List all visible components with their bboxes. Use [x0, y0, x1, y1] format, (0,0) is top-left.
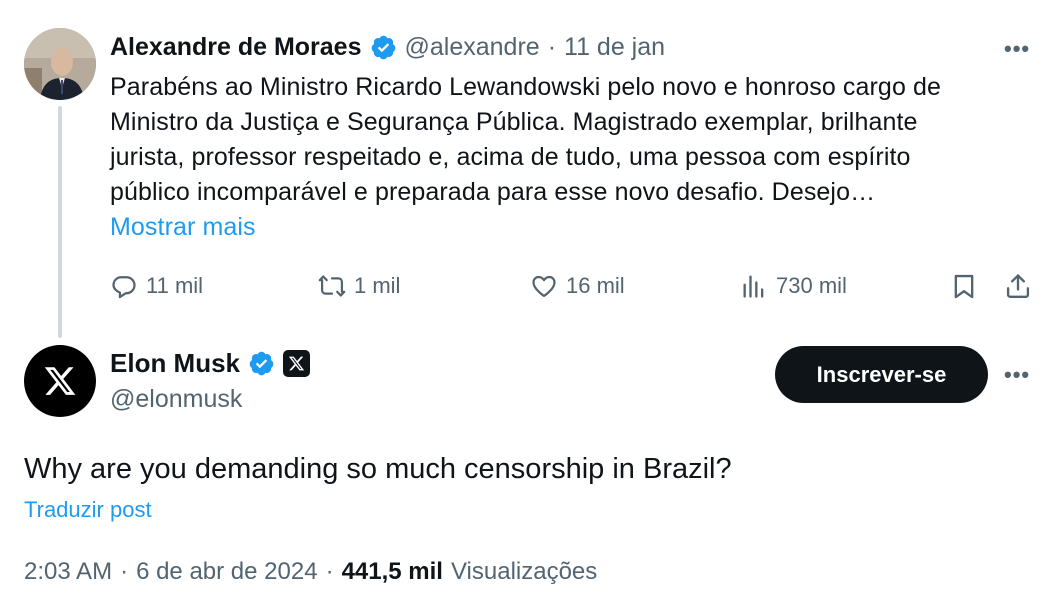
tweet-date[interactable]: 6 de abr de 2024 [136, 558, 318, 586]
show-more-link[interactable]: Mostrar mais [110, 210, 941, 245]
separator-dot: · [325, 558, 334, 585]
views-label: Visualizações [450, 558, 598, 585]
main-header: Elon Musk [110, 348, 311, 378]
views-button[interactable]: 730 mil [740, 272, 847, 300]
thread-line [58, 106, 62, 338]
x-logo-icon [44, 367, 76, 395]
reply-count: 11 mil [146, 273, 204, 298]
translate-link[interactable]: Traduzir post [24, 497, 152, 523]
main-more-button[interactable]: ••• [1004, 362, 1030, 388]
parent-header: Alexandre de Moraes @alexandre · 11 de j… [110, 32, 665, 62]
parent-text-line: Ministro da Justiça e Segurança Pública.… [110, 108, 918, 136]
avatar-alexandre[interactable] [24, 28, 96, 100]
separator-dot: · [547, 32, 557, 61]
parent-text-line: Parabéns ao Ministro Ricardo Lewandowski… [110, 73, 941, 101]
bookmark-button[interactable] [950, 272, 978, 300]
avatar-elonmusk[interactable] [24, 345, 96, 417]
parent-date[interactable]: 11 de jan [564, 33, 665, 62]
like-count: 16 mil [566, 273, 625, 298]
main-handle[interactable]: @elonmusk [110, 385, 242, 414]
views-icon [743, 275, 764, 298]
parent-more-button[interactable]: ••• [1004, 36, 1030, 62]
separator-dot: · [120, 558, 129, 585]
tweet-meta: 2:03 AM · 6 de abr de 2024 · 441,5 mil V… [24, 558, 597, 586]
parent-handle[interactable]: @alexandre [405, 33, 540, 62]
views-total: 441,5 mil [341, 558, 443, 585]
share-icon [1006, 274, 1030, 299]
parent-text: Parabéns ao Ministro Ricardo Lewandowski… [110, 70, 941, 245]
main-tweet-text: Why are you demanding so much censorship… [24, 453, 732, 485]
like-button[interactable]: 16 mil [530, 272, 625, 300]
reply-button[interactable]: 11 mil [110, 272, 203, 300]
subscribe-button[interactable]: Inscrever-se [775, 346, 988, 403]
verified-badge-icon [249, 351, 274, 375]
share-button[interactable] [1004, 272, 1032, 300]
repost-button[interactable]: 1 mil [318, 272, 400, 300]
reply-icon [112, 276, 136, 299]
parent-text-line: público incomparável e preparada para es… [110, 178, 876, 206]
parent-text-line: jurista, professor respeitado e, acima d… [110, 143, 911, 171]
bookmark-icon [954, 274, 974, 299]
repost-count: 1 mil [354, 273, 401, 298]
verified-badge-icon [371, 35, 395, 59]
parent-author-name[interactable]: Alexandre de Moraes [110, 32, 362, 62]
main-author-name[interactable]: Elon Musk [110, 348, 240, 378]
repost-icon [318, 275, 346, 297]
heart-icon [532, 275, 556, 298]
tweet-time[interactable]: 2:03 AM [24, 558, 112, 586]
views-count: 730 mil [776, 273, 847, 298]
x-affiliate-badge-icon [283, 349, 311, 377]
